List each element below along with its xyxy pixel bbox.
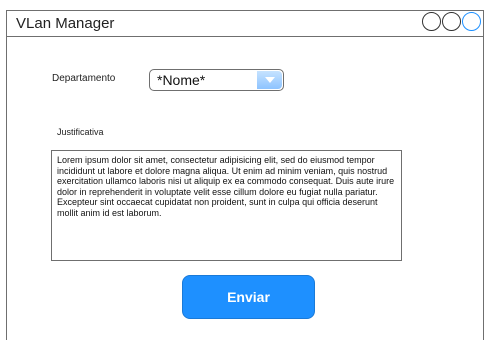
window-control-circle-3[interactable]	[462, 12, 481, 31]
departamento-select[interactable]: *Nome*	[149, 69, 284, 91]
window-controls	[422, 12, 481, 34]
departamento-select-value: *Nome*	[157, 72, 206, 88]
chevron-down-icon[interactable]	[257, 71, 282, 89]
justificativa-textarea[interactable]: Lorem ipsum dolor sit amet, consectetur …	[51, 150, 402, 261]
title-bar: VLan Manager	[7, 11, 483, 37]
justificativa-label: Justificativa	[57, 127, 104, 137]
departamento-label: Departamento	[52, 73, 116, 84]
window-control-circle-2[interactable]	[442, 12, 461, 31]
window-title: VLan Manager	[16, 15, 115, 32]
window-control-circle-1[interactable]	[422, 12, 441, 31]
enviar-button[interactable]: Enviar	[182, 275, 315, 319]
app-window: VLan Manager Departamento *Nome* Justifi…	[6, 10, 484, 340]
enviar-button-label: Enviar	[227, 289, 270, 305]
